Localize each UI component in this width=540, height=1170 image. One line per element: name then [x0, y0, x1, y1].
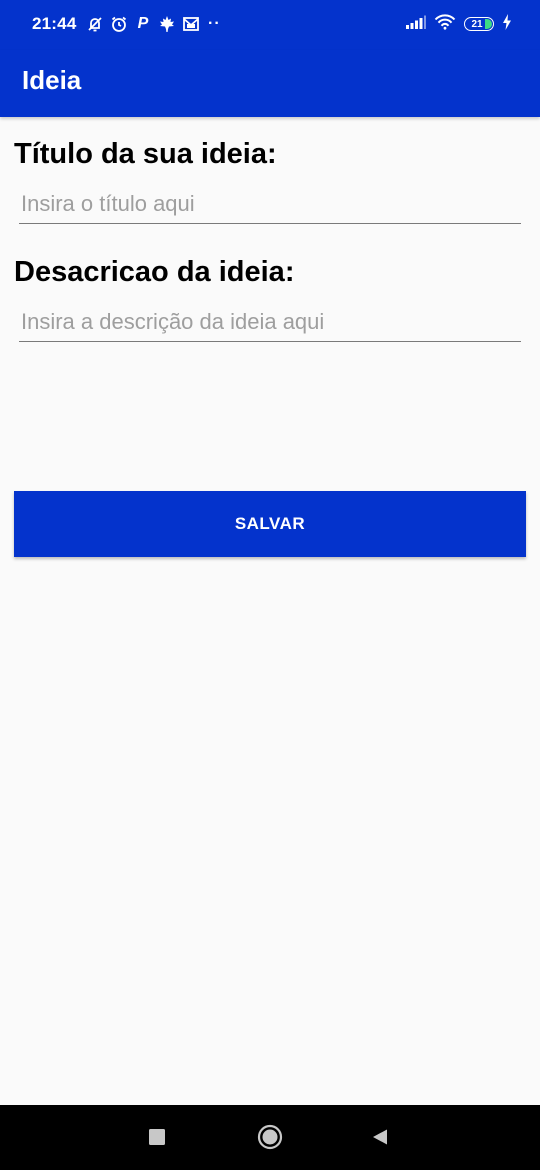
- alarm-clock-icon: [110, 15, 128, 33]
- maple-leaf-icon: [158, 15, 176, 33]
- alarm-off-icon: [86, 15, 104, 33]
- signal-icon: [406, 15, 426, 34]
- recent-apps-icon[interactable]: [141, 1121, 173, 1153]
- save-button[interactable]: SALVAR: [14, 491, 526, 557]
- app-title: Ideia: [22, 65, 82, 95]
- status-system-icons: 21: [406, 12, 512, 36]
- mail-icon: [182, 15, 200, 33]
- battery-fill: [485, 19, 492, 29]
- battery-icon: 21: [464, 17, 494, 31]
- home-icon[interactable]: [254, 1121, 286, 1153]
- description-input[interactable]: [19, 302, 521, 342]
- screen: 21:44 P ·· 21 Ideia Título da sua ideia:…: [0, 0, 540, 1170]
- charging-icon: [502, 13, 512, 35]
- status-bar: 21:44 P ·· 21: [0, 0, 540, 50]
- title-input[interactable]: [19, 184, 521, 224]
- description-label: Desacricao da ideia:: [14, 256, 295, 288]
- navigation-bar: [0, 1105, 540, 1170]
- status-time: 21:44: [32, 14, 77, 33]
- status-notification-icons: P ··: [86, 12, 221, 36]
- title-label: Título da sua ideia:: [14, 138, 277, 170]
- battery-level: 21: [471, 18, 483, 30]
- back-icon[interactable]: [364, 1121, 396, 1153]
- app-bar: Ideia: [0, 50, 540, 117]
- more-dots-icon: ··: [208, 15, 221, 32]
- wifi-icon: [434, 13, 456, 35]
- p-app-icon: P: [137, 15, 149, 32]
